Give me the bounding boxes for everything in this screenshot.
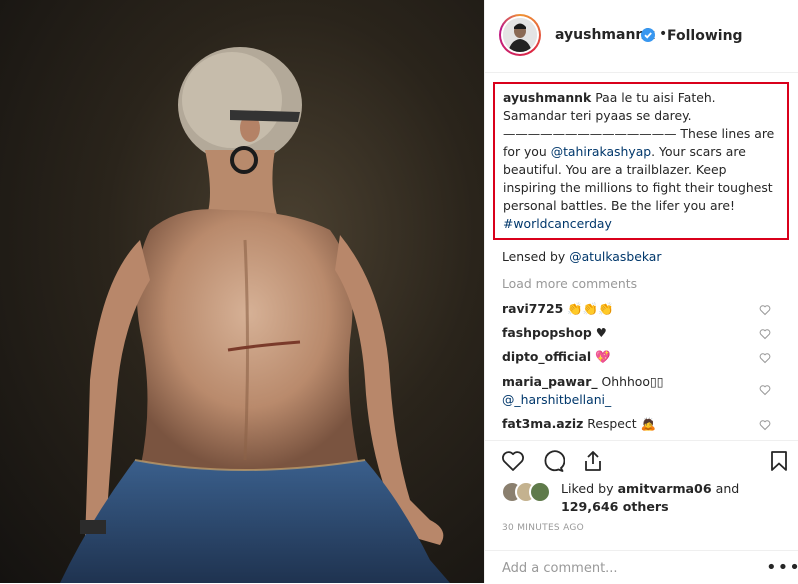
lensed-mention-link[interactable]: @atulkasbekar — [569, 249, 661, 264]
lensed-prefix: Lensed by — [502, 249, 570, 264]
share-icon[interactable] — [581, 449, 605, 473]
comment-username[interactable]: ravi7725 — [502, 301, 563, 316]
caption-line4-suffix: . Your scars are — [651, 144, 746, 159]
comment-username[interactable]: maria_pawar_ — [502, 374, 598, 389]
post-timestamp[interactable]: 30 MINUTES AGO — [502, 523, 584, 533]
comment-like-heart-icon[interactable] — [759, 304, 771, 316]
caption-username[interactable]: ayushmannk — [503, 90, 591, 105]
hashtag-link[interactable]: #worldcancerday — [503, 216, 612, 231]
post-image — [60, 47, 450, 583]
caption-line2: Samandar teri pyaas se darey. — [503, 108, 692, 123]
comment-item: maria_pawar_ Ohhhoo▯▯ @_harshitbellani_ — [502, 373, 762, 409]
bookmark-icon[interactable] — [767, 449, 791, 473]
caption-line6: inspiring the millions to fight their to… — [503, 180, 773, 195]
following-button[interactable]: Following — [667, 28, 743, 44]
likes-middle: and — [711, 481, 740, 496]
comment-text: Respect 🙇 — [587, 416, 656, 431]
caption-line5: beautiful. You are a trailblazer. Keep — [503, 162, 727, 177]
comment-text: 👏👏👏 — [567, 301, 614, 316]
comment-like-heart-icon[interactable] — [759, 419, 771, 431]
comment-username[interactable]: dipto_official — [502, 349, 591, 364]
post-header: ayushmannk • Following — [485, 0, 798, 73]
comment-username[interactable]: fat3ma.aziz — [502, 416, 583, 431]
caption-line1: Paa le tu aisi Fateh. — [595, 90, 716, 105]
avatar-photo — [503, 18, 537, 52]
avatar — [501, 16, 539, 54]
comment-like-heart-icon[interactable] — [759, 328, 771, 340]
comment-item: ravi7725 👏👏👏 — [502, 300, 762, 318]
post-photo[interactable] — [0, 0, 484, 583]
comment-like-heart-icon[interactable] — [759, 384, 771, 396]
comment-text: 💖 — [595, 349, 611, 364]
more-options-icon[interactable]: ••• — [766, 557, 798, 578]
story-ring[interactable] — [499, 14, 541, 56]
caption-line3: —————————————— These lines are — [503, 126, 775, 141]
liker-avatars[interactable] — [501, 481, 561, 505]
comment-icon[interactable] — [541, 449, 565, 473]
likes-count-link[interactable]: 129,646 others — [561, 499, 669, 514]
comment-like-heart-icon[interactable] — [759, 352, 771, 364]
post-sidebar: ayushmannk • Following ayushmannk Paa le… — [484, 0, 798, 583]
caption-line7: personal battles. Be the lifer you are! — [503, 198, 735, 213]
comment-username[interactable]: fashpopshop — [502, 325, 592, 340]
add-comment-bar: Add a comment... ••• — [485, 550, 798, 584]
comment-item: fashpopshop ♥ — [502, 324, 762, 342]
add-comment-input[interactable]: Add a comment... — [502, 561, 618, 576]
likes-prefix: Liked by — [561, 481, 618, 496]
comment-item: fat3ma.aziz Respect 🙇 — [502, 415, 762, 433]
heart-icon[interactable] — [501, 449, 525, 473]
comment-item: dipto_official 💖 — [502, 348, 762, 366]
caption-line4-prefix: for you — [503, 144, 551, 159]
comment-text: Ohhhoo▯▯ — [601, 374, 664, 389]
likes-summary: Liked by amitvarma06 and 129,646 others — [561, 480, 791, 516]
caption-highlight: ayushmannk Paa le tu aisi Fateh. Samanda… — [493, 82, 789, 240]
load-more-comments-button[interactable]: Load more comments — [502, 276, 637, 291]
username-link[interactable]: ayushmannk — [555, 27, 655, 43]
liker-username-link[interactable]: amitvarma06 — [618, 481, 712, 496]
verified-badge-icon — [641, 28, 655, 42]
instagram-post-view: ayushmannk • Following ayushmannk Paa le… — [0, 0, 798, 583]
comment-text: ♥ — [595, 325, 607, 340]
mention-link[interactable]: @tahirakashyap — [551, 144, 651, 159]
lensed-by: Lensed by @atulkasbekar — [502, 249, 661, 264]
comment-mention-link[interactable]: @_harshitbellani_ — [502, 392, 611, 407]
liker-avatar — [529, 481, 551, 503]
